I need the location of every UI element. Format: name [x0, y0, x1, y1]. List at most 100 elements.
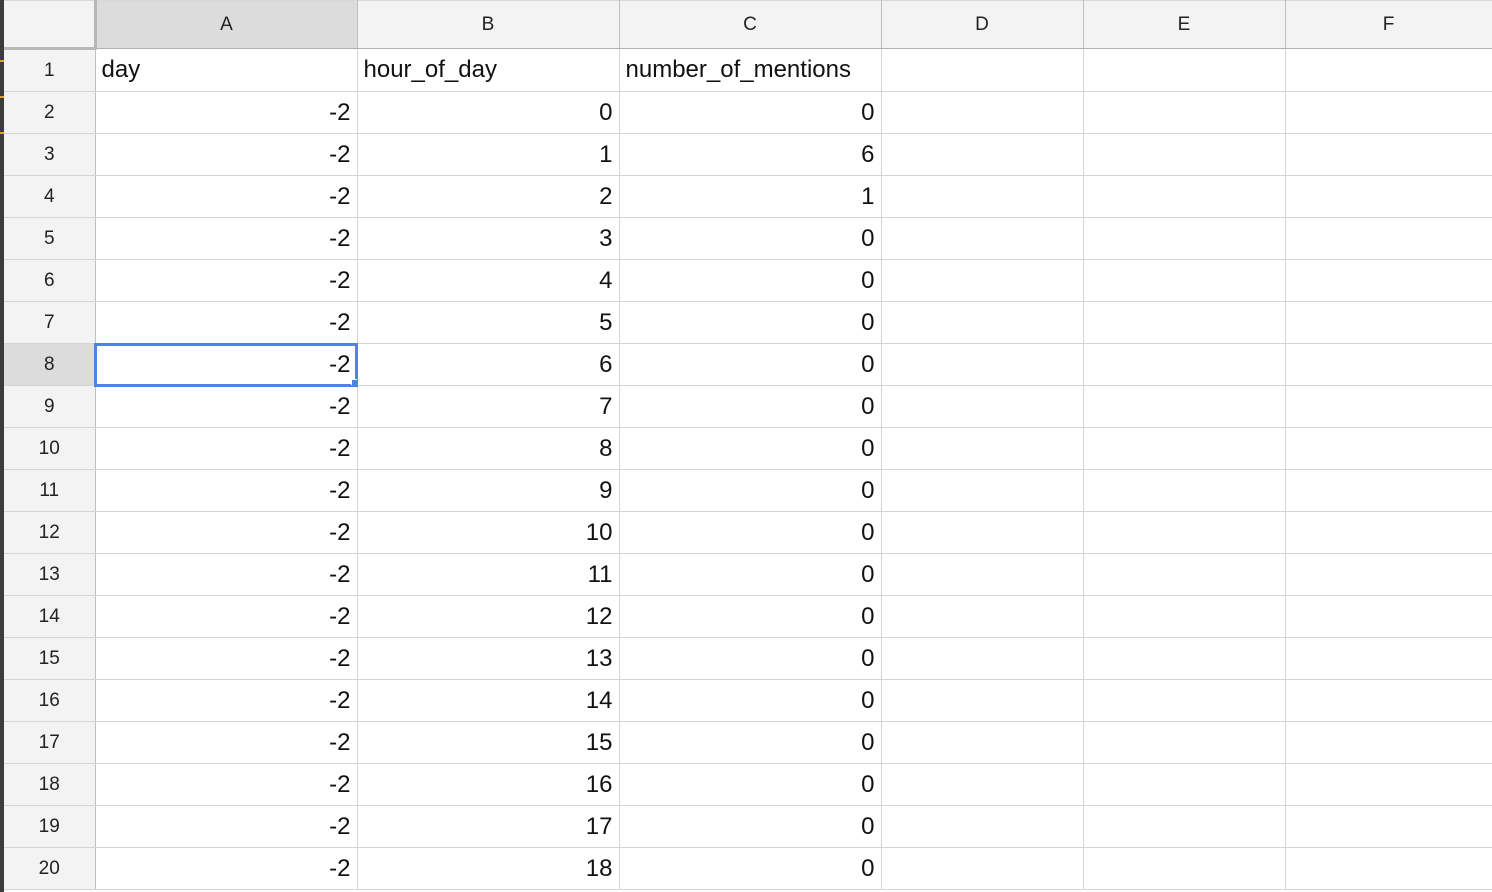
cell[interactable]	[1285, 721, 1492, 764]
cell[interactable]	[881, 763, 1084, 806]
cell[interactable]	[1285, 217, 1492, 260]
cell[interactable]	[1083, 175, 1286, 218]
cell[interactable]: 7	[357, 385, 620, 428]
cell[interactable]: 0	[357, 91, 620, 134]
row-header[interactable]: 5	[4, 217, 96, 260]
cell[interactable]: 8	[357, 427, 620, 470]
row-header[interactable]: 2	[4, 91, 96, 134]
cell[interactable]	[1285, 805, 1492, 848]
cell[interactable]: 0	[619, 847, 882, 890]
header-cell[interactable]	[1083, 48, 1286, 92]
row-header[interactable]: 18	[4, 763, 96, 806]
cell[interactable]: 6	[619, 133, 882, 176]
cell[interactable]: -2	[95, 721, 358, 764]
cell[interactable]: -2	[95, 217, 358, 260]
cell[interactable]	[881, 301, 1084, 344]
header-cell[interactable]	[881, 48, 1084, 92]
column-header-d[interactable]: D	[881, 0, 1084, 49]
row-header[interactable]: 19	[4, 805, 96, 848]
row-header[interactable]: 15	[4, 637, 96, 680]
row-header[interactable]: 3	[4, 133, 96, 176]
cell[interactable]: -2	[95, 301, 358, 344]
row-header[interactable]: 6	[4, 259, 96, 302]
cell[interactable]: 2	[357, 175, 620, 218]
cell[interactable]: -2	[95, 259, 358, 302]
cell[interactable]	[1285, 763, 1492, 806]
cell[interactable]: 5	[357, 301, 620, 344]
cell[interactable]	[1083, 91, 1286, 134]
cell[interactable]: 17	[357, 805, 620, 848]
cell[interactable]	[1285, 133, 1492, 176]
cell[interactable]	[1285, 679, 1492, 722]
cell[interactable]	[1083, 679, 1286, 722]
row-header[interactable]: 4	[4, 175, 96, 218]
cell[interactable]: -2	[95, 595, 358, 638]
cell[interactable]: 12	[357, 595, 620, 638]
cell[interactable]: 10	[357, 511, 620, 554]
cell[interactable]: 0	[619, 343, 882, 386]
cell[interactable]	[1285, 385, 1492, 428]
cell[interactable]: 0	[619, 595, 882, 638]
cell[interactable]	[1285, 259, 1492, 302]
cell[interactable]: 1	[619, 175, 882, 218]
cell[interactable]: 0	[619, 637, 882, 680]
cell[interactable]	[1083, 259, 1286, 302]
row-header[interactable]: 17	[4, 721, 96, 764]
row-header[interactable]: 16	[4, 679, 96, 722]
cell[interactable]: -2	[95, 385, 358, 428]
cell[interactable]: -2	[95, 175, 358, 218]
cell[interactable]	[1083, 217, 1286, 260]
cell[interactable]: 14	[357, 679, 620, 722]
cell[interactable]: -2	[95, 133, 358, 176]
header-cell[interactable]: number_of_mentions	[619, 48, 882, 92]
cell[interactable]: 16	[357, 763, 620, 806]
row-header[interactable]: 20	[4, 847, 96, 890]
cell[interactable]	[1285, 301, 1492, 344]
cell[interactable]: 0	[619, 427, 882, 470]
row-header[interactable]: 10	[4, 427, 96, 470]
cell[interactable]: 4	[357, 259, 620, 302]
row-header[interactable]: 14	[4, 595, 96, 638]
cell[interactable]	[881, 175, 1084, 218]
cell[interactable]	[1083, 763, 1286, 806]
cell[interactable]: 3	[357, 217, 620, 260]
cell[interactable]: -2	[95, 511, 358, 554]
cell[interactable]	[881, 805, 1084, 848]
select-all-corner[interactable]	[4, 0, 97, 50]
cell[interactable]	[1083, 805, 1286, 848]
cell[interactable]	[1083, 301, 1286, 344]
cell[interactable]	[1285, 427, 1492, 470]
cell[interactable]: 0	[619, 91, 882, 134]
cell[interactable]	[1083, 385, 1286, 428]
cell[interactable]	[881, 511, 1084, 554]
cell[interactable]: -2	[95, 427, 358, 470]
cell[interactable]	[881, 553, 1084, 596]
cell[interactable]	[1285, 469, 1492, 512]
cell[interactable]	[1285, 175, 1492, 218]
cell[interactable]: 6	[357, 343, 620, 386]
cell[interactable]	[1083, 553, 1286, 596]
row-header[interactable]: 7	[4, 301, 96, 344]
cell[interactable]	[1285, 511, 1492, 554]
cell[interactable]	[881, 595, 1084, 638]
column-header-f[interactable]: F	[1285, 0, 1492, 49]
cell[interactable]	[881, 385, 1084, 428]
cell[interactable]: -2	[95, 91, 358, 134]
cell[interactable]: 0	[619, 259, 882, 302]
cell[interactable]: 13	[357, 637, 620, 680]
column-header-e[interactable]: E	[1083, 0, 1286, 49]
header-cell[interactable]	[1285, 48, 1492, 92]
row-header[interactable]: 13	[4, 553, 96, 596]
row-header[interactable]: 11	[4, 469, 96, 512]
cell[interactable]	[1285, 553, 1492, 596]
row-header[interactable]: 1	[4, 48, 96, 92]
cell[interactable]: 15	[357, 721, 620, 764]
cell[interactable]	[881, 721, 1084, 764]
cell[interactable]	[1285, 91, 1492, 134]
header-cell[interactable]: day	[95, 48, 358, 92]
cell[interactable]	[881, 217, 1084, 260]
cell[interactable]: 11	[357, 553, 620, 596]
cell[interactable]	[1083, 133, 1286, 176]
cell[interactable]: -2	[95, 553, 358, 596]
cell[interactable]: 0	[619, 301, 882, 344]
